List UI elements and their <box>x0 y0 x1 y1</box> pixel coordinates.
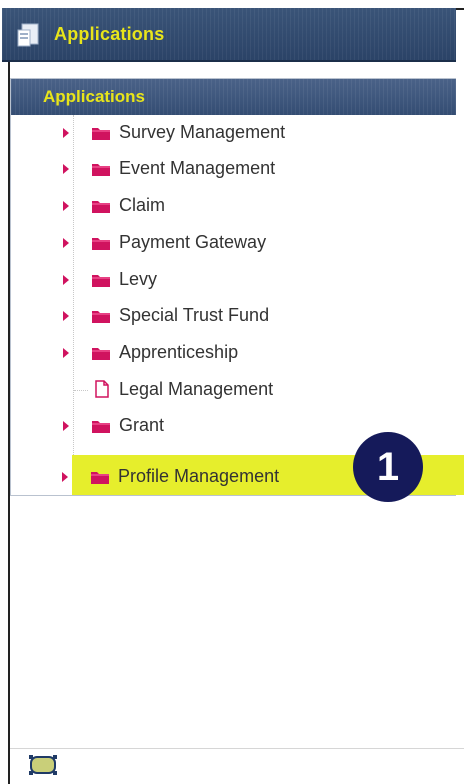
tree-item-event-management[interactable]: Event Management <box>11 151 456 187</box>
tree-item-payment-gateway[interactable]: Payment Gateway <box>11 225 456 261</box>
folder-icon <box>92 164 110 176</box>
tree-item-label: Apprenticeship <box>119 342 239 362</box>
expand-arrow-icon[interactable] <box>63 201 69 211</box>
expand-arrow-icon[interactable] <box>63 275 69 285</box>
expand-arrow-icon[interactable] <box>63 164 69 174</box>
tree-item-survey-management[interactable]: Survey Management <box>11 115 456 151</box>
expand-arrow-icon[interactable] <box>62 472 68 482</box>
tree-item-label: Event Management <box>119 158 276 178</box>
tree-item-legal-management[interactable]: Legal Management <box>11 372 456 408</box>
document-icon <box>95 380 109 398</box>
tree-item-label: Claim <box>119 195 166 215</box>
folder-icon <box>92 311 110 323</box>
tree-item-label: Levy <box>119 269 158 289</box>
panel-header-label: Applications <box>43 87 146 106</box>
folder-icon <box>92 421 110 433</box>
folder-icon <box>92 128 110 140</box>
folder-icon <box>92 275 110 287</box>
tree-item-levy[interactable]: Levy <box>11 262 456 298</box>
expand-arrow-icon[interactable] <box>63 421 69 431</box>
expand-arrow-icon[interactable] <box>63 238 69 248</box>
tree-item-claim[interactable]: Claim <box>11 188 456 224</box>
tree-item-special-trust-fund[interactable]: Special Trust Fund <box>11 298 456 334</box>
tree-connector <box>74 390 88 391</box>
step-number-badge: 1 <box>353 432 423 502</box>
app-window-icon <box>17 23 39 47</box>
tree-item-label: Legal Management <box>119 379 274 399</box>
expand-arrow-icon[interactable] <box>63 348 69 358</box>
folder-icon <box>92 201 110 213</box>
expand-arrow-icon[interactable] <box>63 128 69 138</box>
tree-item-label: Grant <box>119 415 165 435</box>
title-bar: Applications <box>2 8 456 62</box>
tree-item-label: Special Trust Fund <box>119 305 270 325</box>
window-title: Applications <box>54 24 165 44</box>
footer-divider <box>10 748 464 749</box>
folder-icon <box>92 238 110 250</box>
folder-icon <box>92 348 110 360</box>
tree-item-apprenticeship[interactable]: Apprenticeship <box>11 335 456 371</box>
tree-item-label: Survey Management <box>119 122 286 142</box>
expand-arrow-icon[interactable] <box>63 311 69 321</box>
status-shape-icon[interactable] <box>28 754 58 776</box>
tree-item-label: Profile Management <box>118 466 280 486</box>
folder-icon <box>91 472 109 484</box>
panel-header: Applications <box>11 79 456 115</box>
tree-item-label: Payment Gateway <box>119 232 267 252</box>
